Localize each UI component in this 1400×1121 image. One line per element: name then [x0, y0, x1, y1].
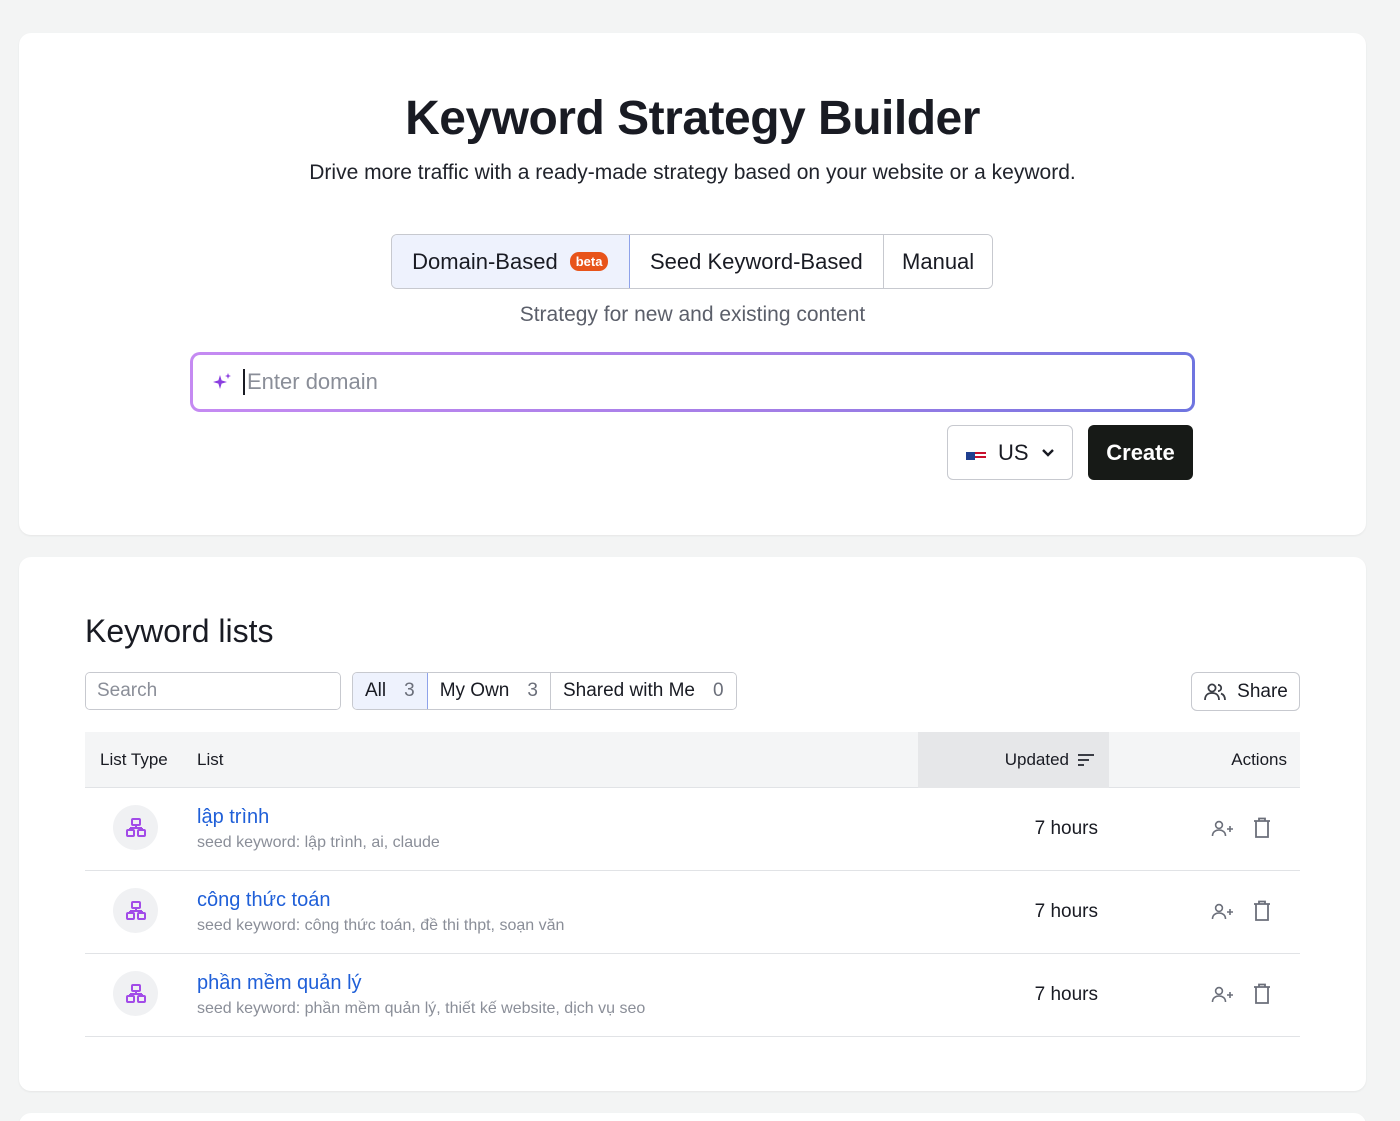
beta-badge: beta	[569, 252, 609, 271]
filter-shared-with-me[interactable]: Shared with Me 0	[550, 673, 736, 709]
tab-domain-based-label: Domain-Based	[412, 248, 558, 274]
add-user-icon[interactable]	[1211, 903, 1235, 921]
domain-input[interactable]	[243, 369, 1192, 395]
search-input[interactable]	[86, 673, 340, 709]
next-card-edge	[19, 1113, 1366, 1121]
sort-icon	[1077, 752, 1095, 768]
share-users-icon	[1203, 682, 1227, 702]
table-row: lập trình seed keyword: lập trình, ai, c…	[85, 788, 1300, 871]
table-header: List Type List Updated Actions	[85, 731, 1300, 788]
trash-icon[interactable]	[1253, 900, 1271, 922]
list-seed-keywords: seed keyword: công thức toán, đề thi thp…	[197, 917, 565, 934]
keyword-list-icon	[113, 971, 158, 1016]
keyword-lists-title: Keyword lists	[85, 613, 274, 649]
column-updated[interactable]: Updated	[918, 731, 1109, 788]
keyword-list-icon	[113, 888, 158, 933]
mode-description: Strategy for new and existing content	[519, 303, 866, 326]
tab-manual[interactable]: Manual	[884, 235, 992, 288]
country-select[interactable]: US	[947, 425, 1073, 480]
column-list: List	[197, 749, 224, 769]
filter-shared-count: 0	[712, 680, 724, 701]
filter-my-own-label: My Own	[439, 680, 510, 701]
filter-all-count: 3	[404, 680, 415, 701]
list-updated: 7 hours	[1034, 984, 1098, 1005]
country-select-value: US	[998, 439, 1029, 465]
page-subtitle: Drive more traffic with a ready-made str…	[309, 161, 1076, 184]
list-seed-keywords: seed keyword: lập trình, ai, claude	[197, 834, 440, 851]
list-name-link[interactable]: phần mềm quản lý	[197, 972, 362, 995]
domain-input-box	[193, 355, 1192, 409]
filter-tabs: All 3 My Own 3 Shared with Me 0	[352, 672, 737, 710]
column-updated-label: Updated	[1004, 749, 1069, 769]
search-box	[85, 672, 341, 710]
create-button[interactable]: Create	[1088, 425, 1193, 480]
keyword-lists-table: List Type List Updated Actions lập trình…	[85, 731, 1300, 1037]
filter-shared-label: Shared with Me	[562, 680, 695, 701]
us-flag-icon	[966, 446, 986, 460]
tab-seed-keyword-based-label: Seed Keyword-Based	[650, 248, 863, 274]
mode-tabs: Domain-Based beta Seed Keyword-Based Man…	[391, 234, 993, 289]
table-row: công thức toán seed keyword: công thức t…	[85, 871, 1300, 954]
tab-seed-keyword-based[interactable]: Seed Keyword-Based	[629, 235, 885, 288]
list-updated: 7 hours	[1034, 901, 1098, 922]
filter-all-label: All	[365, 680, 387, 701]
add-user-icon[interactable]	[1211, 986, 1235, 1004]
keyword-list-icon	[113, 805, 158, 850]
column-list-type: List Type	[100, 749, 168, 769]
trash-icon[interactable]	[1253, 817, 1271, 839]
column-actions: Actions	[1231, 749, 1287, 769]
table-row: phần mềm quản lý seed keyword: phần mềm …	[85, 954, 1300, 1037]
filter-my-own-count: 3	[527, 680, 538, 701]
list-name-link[interactable]: công thức toán	[197, 889, 330, 912]
tab-domain-based[interactable]: Domain-Based beta	[392, 235, 630, 288]
chevron-down-icon	[1041, 448, 1055, 458]
filter-all[interactable]: All 3	[352, 673, 428, 709]
trash-icon[interactable]	[1253, 983, 1271, 1005]
domain-input-wrapper	[190, 352, 1195, 412]
strategy-builder-card: Keyword Strategy Builder Drive more traf…	[19, 33, 1366, 535]
list-name-link[interactable]: lập trình	[197, 806, 269, 829]
list-seed-keywords: seed keyword: phần mềm quản lý, thiết kế…	[197, 1000, 646, 1017]
page-title: Keyword Strategy Builder	[405, 92, 980, 145]
share-button[interactable]: Share	[1191, 672, 1300, 711]
filter-my-own[interactable]: My Own 3	[427, 673, 551, 709]
tab-manual-label: Manual	[902, 248, 975, 274]
list-updated: 7 hours	[1034, 818, 1098, 839]
sparkle-icon	[211, 371, 233, 393]
add-user-icon[interactable]	[1211, 820, 1235, 838]
keyword-lists-card: Keyword lists All 3 My Own 3 Shared with…	[19, 557, 1366, 1091]
share-button-label: Share	[1237, 680, 1288, 702]
